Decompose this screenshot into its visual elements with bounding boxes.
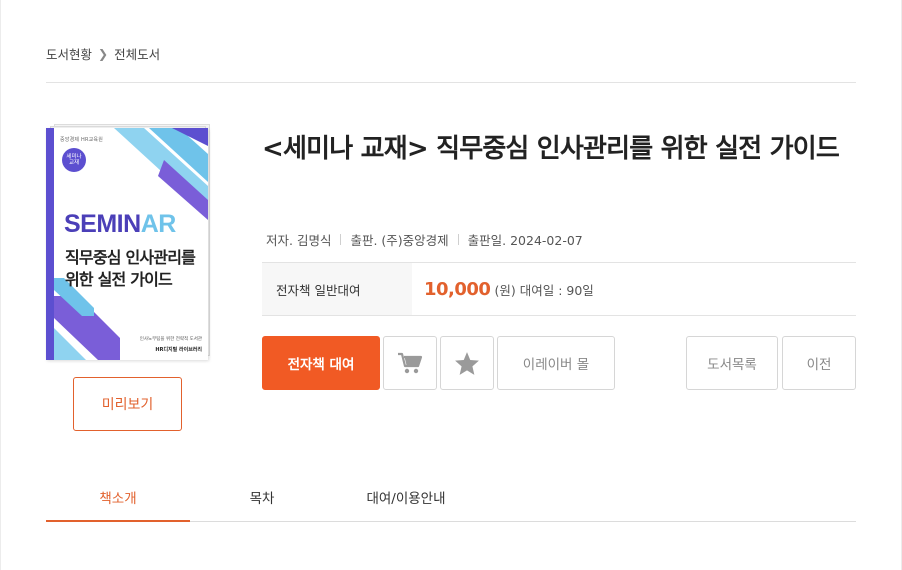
cover-seminar-title: SEMINAR [64,210,176,239]
book-meta: 저자. 김명식 출판. (주)중앙경제 출판일. 2024-02-07 [266,230,583,249]
price-label: 전자책 일반대여 [262,263,412,315]
price-unit: (원) [494,282,516,298]
breadcrumb-home[interactable]: 도서현황 [46,44,92,63]
book-cover: 중앙경제 HR교육원 세미나 교재 SEMINAR 직무중심 인사관리를 위한 실… [46,124,212,360]
meta-divider [457,234,459,245]
cover-title-line1: 직무중심 인사관리를 [65,248,196,267]
favorite-button[interactable] [440,336,494,390]
chevron-right-icon: ❯ [98,46,109,61]
book-list-button[interactable]: 도서목록 [686,336,778,390]
publisher: 출판. (주)중앙경제 [350,233,449,248]
cover-footer-line1: 인사노무팀을 위한 전략적 도서관 [139,337,202,342]
tab-rental-guide[interactable]: 대여/이용안내 [334,476,478,522]
cover-logo: 중앙경제 HR교육원 [60,137,104,143]
rental-period: 대여일 : 90일 [519,282,594,298]
price-row: 전자책 일반대여 10,000 (원) 대여일 : 90일 [262,262,856,316]
price-value: 10,000 (원) 대여일 : 90일 [412,263,594,315]
cart-icon [398,352,423,374]
cover-image: 중앙경제 HR교육원 세미나 교재 SEMINAR 직무중심 인사관리를 위한 실… [46,128,208,360]
publish-date: 출판일. 2024-02-07 [467,233,583,248]
breadcrumb-current[interactable]: 전체도서 [114,44,160,63]
tab-book-intro[interactable]: 책소개 [46,476,190,522]
price-amount: 10,000 [424,278,491,300]
add-to-cart-button[interactable] [383,336,437,390]
cover-seminar-main: SEMIN [64,210,141,238]
cover-footer-line2: HR디지털 라이브러리 [155,347,202,353]
book-title: <세미나 교재> 직무중심 인사관리를 위한 실전 가이드 [262,134,840,164]
author: 저자. 김명식 [266,233,332,248]
ebook-mall-button[interactable]: 이레이버 몰 [497,336,615,390]
star-icon [455,351,479,375]
cover-title-line2: 위한 실전 가이드 [65,270,173,289]
rent-ebook-button[interactable]: 전자책 대여 [262,336,380,390]
cover-seminar-accent: AR [140,210,177,238]
breadcrumb: 도서현황 ❯ 전체도서 [46,44,160,63]
meta-divider [340,234,342,245]
back-button[interactable]: 이전 [782,336,856,390]
divider [46,82,856,83]
cover-badge-line2: 교재 [68,160,80,166]
detail-tabs: 책소개 목차 대여/이용안내 [46,476,856,522]
preview-button[interactable]: 미리보기 [73,377,182,431]
cover-badge: 세미나 교재 [62,148,86,172]
tab-contents[interactable]: 목차 [190,476,334,522]
